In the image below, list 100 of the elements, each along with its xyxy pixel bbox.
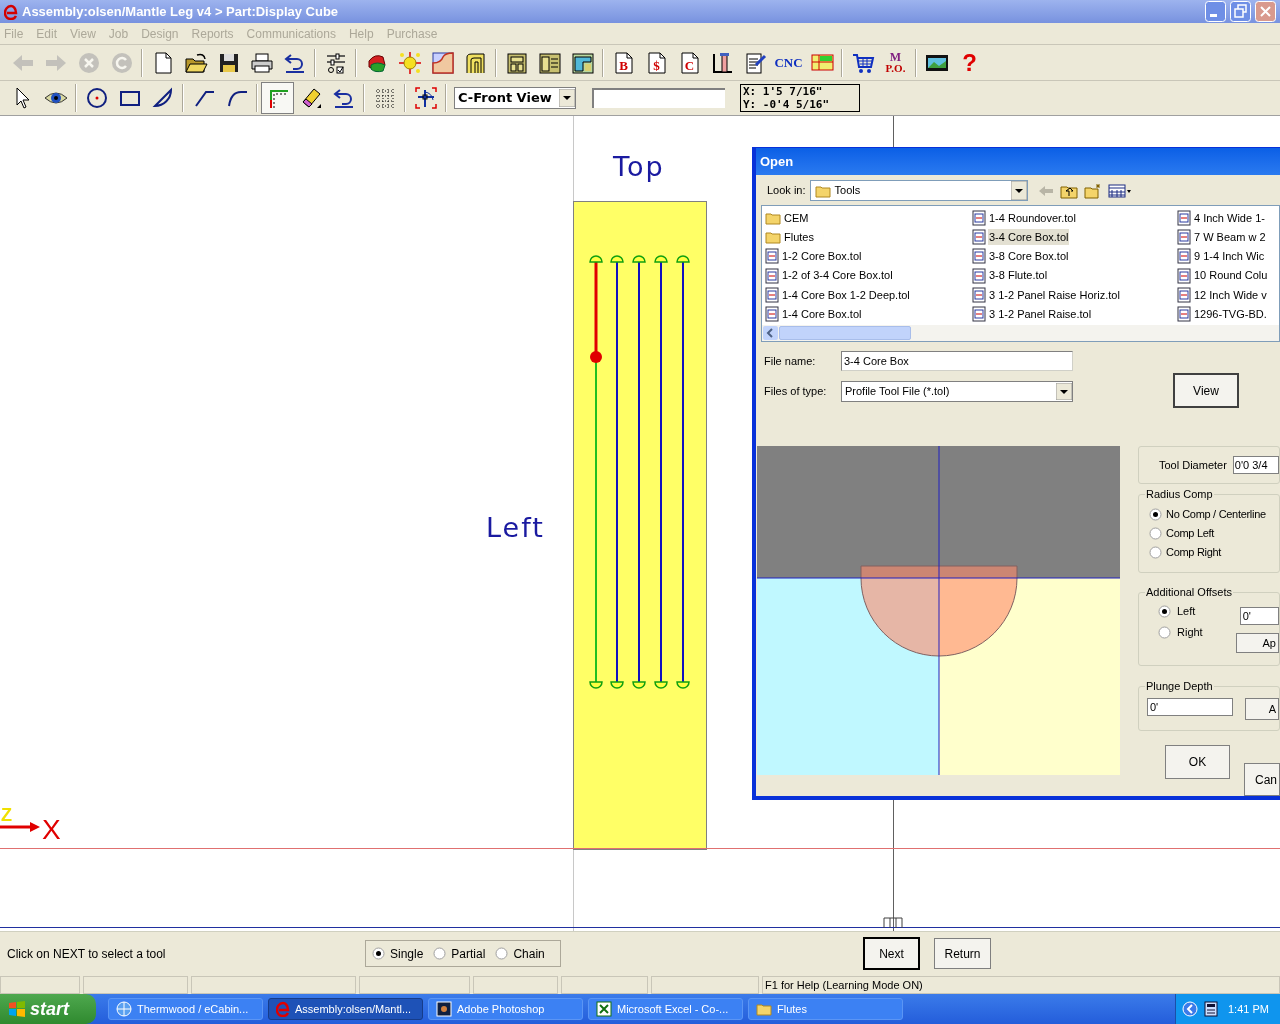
list-item[interactable]: 1-4 Core Box.tol — [765, 305, 972, 323]
tool-diameter-label: Tool Diameter — [1159, 457, 1227, 473]
list-item[interactable]: 1296-TVG-BD. — [1177, 305, 1279, 323]
file-icon — [1177, 229, 1191, 246]
app-logo-icon — [276, 1001, 290, 1017]
purchase-order-button[interactable]: M P.O. — [879, 46, 912, 79]
toolpath-line[interactable] — [654, 255, 668, 689]
dropdown-arrow-icon[interactable] — [1056, 383, 1072, 400]
radio-button[interactable] — [1158, 626, 1171, 639]
left-view-label: Left — [486, 511, 545, 545]
snap-target-icon — [413, 86, 438, 110]
file-type-dropdown[interactable]: Profile Tool File (*.tol) — [841, 381, 1073, 402]
file-icon — [765, 248, 779, 265]
view-dropdown[interactable]: C-Front View — [454, 87, 576, 109]
taskbar-button[interactable]: Assembly:olsen/Mantl... — [268, 998, 423, 1020]
new-folder-icon[interactable] — [1083, 182, 1102, 199]
list-item[interactable]: 3 1-2 Panel Raise.tol — [972, 305, 1177, 323]
offset-field[interactable]: 0' — [1239, 607, 1279, 625]
radio-label: Chain — [513, 945, 545, 963]
list-item[interactable]: 3-8 Flute.tol — [972, 267, 1177, 285]
radio-button[interactable] — [372, 947, 385, 960]
circle-tool-icon — [84, 86, 109, 110]
radio-button[interactable] — [433, 947, 447, 960]
list-item[interactable]: 12 Inch Wide v — [1177, 286, 1279, 304]
taskbar-button[interactable]: Flutes — [748, 998, 903, 1020]
taskbar-button[interactable]: Thermwood / eCabin... — [108, 998, 263, 1020]
window-title: Assembly:olsen/Mantle Leg v4 > Part:Display Cube — [22, 2, 339, 21]
dropdown-arrow-icon[interactable] — [559, 89, 575, 107]
plunge-depth-field[interactable]: 0' — [1147, 698, 1233, 716]
file-icon — [972, 267, 986, 284]
return-button[interactable]: Return — [934, 938, 991, 969]
refresh-icon — [109, 50, 134, 75]
y-coordinate: Y: -0'4 5/16" — [743, 98, 831, 111]
taskbar-button[interactable]: Microsoft Excel - Co-... — [588, 998, 743, 1020]
view-menu-icon[interactable] — [1107, 183, 1132, 198]
windows-flag-icon — [8, 1000, 26, 1018]
part-panel[interactable] — [573, 201, 707, 850]
help-button[interactable]: ? — [953, 46, 986, 79]
dropdown-arrow-icon[interactable] — [1010, 181, 1027, 201]
toolpath-line[interactable] — [589, 255, 603, 689]
list-item[interactable]: 3 1-2 Panel Raise Horiz.tol — [972, 286, 1177, 304]
report-button[interactable]: $ — [640, 46, 673, 79]
chevron-left-icon[interactable] — [1182, 1001, 1198, 1017]
list-item[interactable]: 3-4 Core Box.tol — [972, 228, 1177, 246]
file-icon — [1177, 248, 1191, 265]
calculator-icon[interactable] — [1204, 1001, 1218, 1017]
scroll-left-icon[interactable] — [763, 326, 778, 340]
file-name-field[interactable]: 3-4 Core Box — [841, 351, 1073, 371]
arc-tool-icon — [150, 86, 175, 110]
dialog-title: Open — [760, 152, 794, 171]
radio-button[interactable] — [495, 947, 509, 960]
radio-button[interactable] — [1149, 546, 1162, 559]
list-item[interactable]: 1-4 Core Box 1-2 Deep.tol — [765, 286, 972, 304]
radio-button[interactable] — [1149, 508, 1162, 521]
look-in-dropdown[interactable]: Tools — [809, 180, 1028, 202]
cnc-button[interactable]: CNC — [772, 46, 805, 79]
origin-marker — [883, 917, 903, 929]
z-axis-label: Z — [1, 806, 12, 824]
minimize-icon[interactable] — [1205, 1, 1226, 22]
apply-button[interactable]: Ap — [1235, 633, 1279, 653]
file-icon — [765, 287, 779, 303]
radio-button[interactable] — [1149, 527, 1162, 540]
list-item[interactable]: 9 1-4 Inch Wic — [1177, 247, 1279, 265]
next-button[interactable]: Next — [863, 937, 920, 970]
folder-icon — [765, 210, 781, 225]
report-button[interactable]: B — [607, 46, 640, 79]
list-item[interactable]: Flutes — [765, 228, 972, 246]
look-in-label: Look in: — [767, 183, 806, 199]
toolpath-line[interactable] — [610, 255, 624, 689]
ok-button[interactable]: OK — [1165, 745, 1230, 779]
list-item[interactable]: 10 Round Colu — [1177, 267, 1279, 285]
list-item[interactable]: 7 W Beam w 2 — [1177, 228, 1279, 246]
horizontal-scrollbar[interactable] — [762, 325, 1279, 341]
radio-label: Partial — [451, 945, 486, 963]
profile-curve-icon — [430, 50, 455, 75]
list-item[interactable]: 1-2 Core Box.tol — [765, 247, 972, 265]
file-icon — [1177, 267, 1191, 284]
list-item[interactable]: 1-2 of 3-4 Core Box.tol — [765, 267, 972, 285]
taskbar-button[interactable]: Adobe Photoshop — [428, 998, 583, 1020]
axis-arrow — [0, 822, 40, 832]
restore-icon[interactable] — [1230, 1, 1251, 22]
file-icon — [765, 267, 779, 284]
list-item[interactable]: 3-8 Core Box.tol — [972, 247, 1177, 265]
tool-diameter-field[interactable]: 0'0 3/4 — [1232, 456, 1279, 474]
list-item[interactable]: 4 Inch Wide 1- — [1177, 209, 1279, 227]
frame-stack-icon — [463, 50, 488, 75]
corner-tool-button[interactable] — [261, 82, 294, 114]
apply-button[interactable]: A — [1245, 698, 1279, 720]
start-button[interactable]: start — [0, 994, 96, 1024]
list-item[interactable]: CEM — [765, 209, 972, 227]
scrollbar-thumb[interactable] — [779, 326, 911, 340]
toolpath-line[interactable] — [632, 255, 646, 689]
view-button[interactable]: View — [1173, 373, 1239, 408]
radio-button[interactable] — [1158, 605, 1171, 618]
list-item[interactable]: 1-4 Roundover.tol — [972, 209, 1177, 227]
cancel-button[interactable]: Can — [1244, 763, 1280, 796]
slider-field[interactable] — [592, 88, 725, 108]
toolpath-line[interactable] — [676, 255, 690, 689]
report-button[interactable]: C — [673, 46, 706, 79]
eye-logo-icon — [436, 1001, 452, 1017]
